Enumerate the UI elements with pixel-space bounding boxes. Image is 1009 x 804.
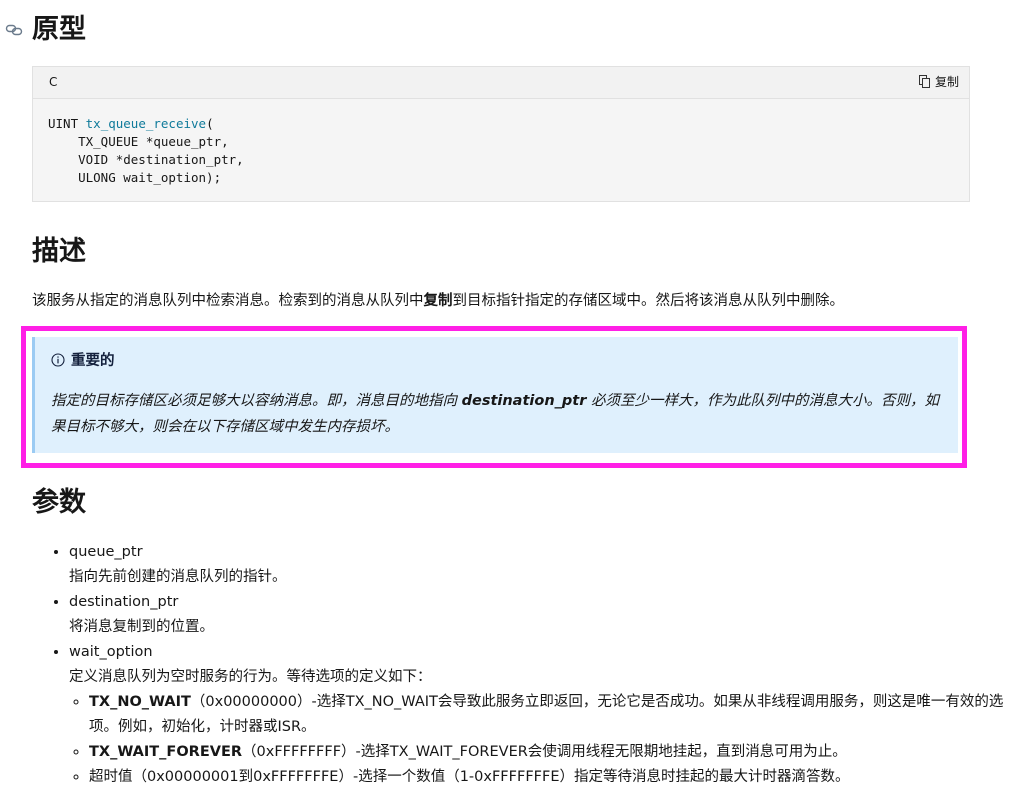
param-description: 将消息复制到的位置。	[69, 619, 214, 635]
code-block: C 复制 UINT tx_queue_receive( TX_QUEUE *qu…	[32, 66, 970, 202]
list-item: TX_WAIT_FOREVER（0xFFFFFFFF）-选择TX_WAIT_FO…	[89, 740, 1007, 765]
copy-icon	[918, 75, 930, 88]
list-item: TX_NO_WAIT（0x00000000）-选择TX_NO_WAIT会导致此服…	[89, 690, 1007, 740]
copy-label: 复制	[934, 75, 959, 89]
code-line: ULONG wait_option);	[48, 170, 222, 185]
list-item: wait_option 定义消息队列为空时服务的行为。等待选项的定义如下： TX…	[69, 640, 1007, 790]
info-icon	[51, 352, 65, 367]
copy-emphasis: 复制	[423, 293, 453, 309]
code-content: UINT tx_queue_receive( TX_QUEUE *queue_p…	[33, 99, 969, 187]
parameters-heading: 参数	[32, 487, 86, 518]
important-alert: 重要的 指定的目标存储区必须足够大以容纳消息。即，消息目的地指向 destina…	[32, 337, 958, 453]
code-language-label: C	[49, 75, 58, 89]
param-description: 指向先前创建的消息队列的指针。	[69, 569, 287, 585]
alert-body: 指定的目标存储区必须足够大以容纳消息。即，消息目的地指向 destination…	[51, 393, 939, 435]
wait-option-list: TX_NO_WAIT（0x00000000）-选择TX_NO_WAIT会导致此服…	[69, 690, 1007, 790]
description-paragraph: 该服务从指定的消息队列中检索消息。检索到的消息从队列中复制到目标指针指定的存储区…	[32, 293, 844, 309]
code-header: C 复制	[33, 67, 969, 99]
param-reference: destination_ptr	[461, 393, 587, 409]
description-heading: 描述	[32, 236, 86, 267]
list-item: destination_ptr 将消息复制到的位置。	[69, 590, 1007, 640]
code-line: UINT tx_queue_receive(	[48, 116, 214, 131]
code-line: VOID *destination_ptr,	[48, 152, 244, 167]
param-name: wait_option	[69, 644, 153, 660]
prototype-heading: 原型	[32, 14, 86, 45]
parameter-list: queue_ptr 指向先前创建的消息队列的指针。 destination_pt…	[32, 540, 1007, 790]
code-line: TX_QUEUE *queue_ptr,	[48, 134, 229, 149]
list-item: 超时值（0x00000001到0xFFFFFFFE）-选择一个数值（1-0xFF…	[89, 765, 1007, 790]
function-name: tx_queue_receive	[85, 116, 207, 131]
param-description: 定义消息队列为空时服务的行为。等待选项的定义如下：	[69, 669, 432, 685]
list-item: queue_ptr 指向先前创建的消息队列的指针。	[69, 540, 1007, 590]
copy-button[interactable]: 复制	[918, 73, 959, 90]
alert-title: 重要的	[51, 349, 946, 370]
param-name: queue_ptr	[69, 544, 143, 560]
param-name: destination_ptr	[69, 594, 179, 610]
link-icon[interactable]	[5, 22, 23, 38]
